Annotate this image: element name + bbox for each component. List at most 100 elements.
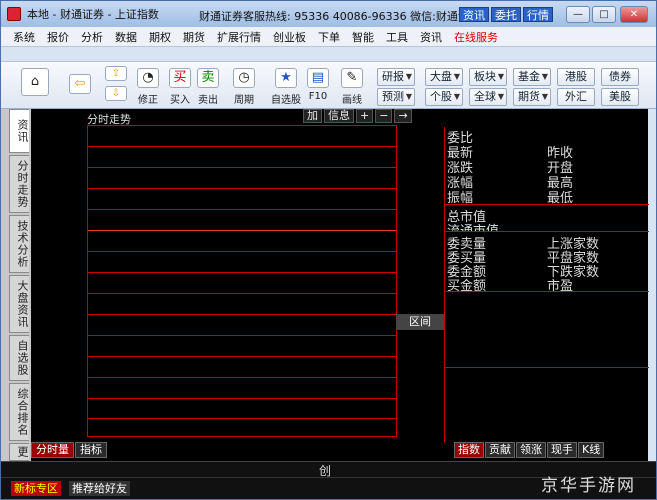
forex-button[interactable]: 外汇 [557,88,595,106]
separator [445,204,649,205]
f10-tool[interactable]: ▤ F10 [307,68,329,102]
range-button[interactable]: 区间 [396,314,444,330]
tab-kline[interactable]: K线 [578,442,605,458]
menu-info[interactable]: 资讯 [420,29,442,45]
zoom-in-icon[interactable]: + [356,109,374,123]
tab-indicator[interactable]: 指标 [75,442,107,458]
weituo-button[interactable]: 委托 [491,7,521,22]
home-icon: ⌂ [21,68,49,96]
dropdown-arrow-icon: ▼ [497,92,504,101]
bond-button[interactable]: 债券 [601,68,639,86]
back-tool[interactable]: ⇦ [69,74,91,94]
grid-line [88,418,396,419]
global-dropdown[interactable]: 全球 ▼ [469,88,507,106]
grid-line [88,209,396,210]
sell-tool[interactable]: 卖卖出 [197,68,219,106]
maximize-button[interactable]: □ [592,6,616,23]
minimize-button[interactable]: — [566,6,590,23]
up-tool[interactable]: ⇧ [105,66,127,81]
menu-ext-quote[interactable]: 扩展行情 [217,29,261,45]
menu-options[interactable]: 期权 [149,29,171,45]
draw-tool[interactable]: ✎ 画线 [341,68,363,106]
separator [445,367,649,368]
menu-analysis[interactable]: 分析 [81,29,103,45]
separator [445,291,649,292]
chart-bottom-tabs: 分时量 指标 [31,442,108,458]
menu-tools[interactable]: 工具 [386,29,408,45]
side-tab-market-info[interactable]: 大盘资讯 [9,275,29,333]
up-arrow-icon: ⇧ [105,66,127,81]
us-stock-button[interactable]: 美股 [601,88,639,106]
grid-line [88,314,396,315]
menu-quote[interactable]: 报价 [47,29,69,45]
down-tool[interactable]: ⇩ [105,86,127,101]
side-tab-more[interactable]: 更 [9,443,29,461]
correct-tool[interactable]: ◔ 修正 [137,68,159,106]
home-tool[interactable]: ⌂ [21,68,49,96]
menu-bar: 系统 报价 分析 数据 期权 期货 扩展行情 创业板 下单 智能 工具 资讯 在… [1,27,656,47]
app-icon [7,7,21,21]
menu-data[interactable]: 数据 [115,29,137,45]
dropdown-arrow-icon: ▼ [405,72,412,81]
recommend-button[interactable]: 推荐给好友 [69,481,130,496]
window-title: 本地 - 财通证券 - 上证指数 [27,8,159,21]
zoom-out-icon[interactable]: − [375,109,393,123]
sector-dropdown[interactable]: 板块 ▼ [469,68,507,86]
buy-tool[interactable]: 买买入 [169,68,191,106]
report-dropdown[interactable]: 研报 ▼ [377,68,415,86]
down-arrow-icon: ⇩ [105,86,127,101]
hangqing-button[interactable]: 行情 [523,7,553,22]
side-tab-intraday[interactable]: 分时走势 [9,155,29,213]
side-tab-info[interactable]: 资讯 [9,109,29,153]
tab-contribution[interactable]: 贡献 [485,442,515,458]
cycle-tool[interactable]: ◷ 周期 [233,68,255,106]
menu-online-service[interactable]: 在线服务 [454,29,498,45]
market-dropdown[interactable]: 大盘 ▼ [425,68,463,86]
add-button[interactable]: 加 [303,109,322,123]
grid-line [88,293,396,294]
menu-system[interactable]: 系统 [13,29,35,45]
side-tab-watchlist[interactable]: 自选股 [9,335,29,381]
tab-leaders[interactable]: 领涨 [516,442,546,458]
info-button[interactable]: 信息 [324,109,354,123]
clock-icon: ◷ [233,68,255,88]
buy-label: 买入 [170,95,190,106]
f10-label: F10 [308,91,328,102]
dropdown-arrow-icon: ▼ [541,92,548,101]
tab-ticks[interactable]: 现手 [547,442,577,458]
menu-smart[interactable]: 智能 [352,29,374,45]
stock-dropdown[interactable]: 个股 ▼ [425,88,463,106]
side-tab-technical[interactable]: 技术分析 [9,215,29,273]
grid-line [88,272,396,273]
side-tab-ranking[interactable]: 综合排名 [9,383,29,441]
star-icon: ★ [275,68,297,88]
fund-dropdown[interactable]: 基金 ▼ [513,68,551,86]
futures-dropdown[interactable]: 期货 ▼ [513,88,551,106]
grid-line-center [88,230,396,231]
quote-panel: 委比 最新 涨跌 涨幅 振幅 昨收 开盘 最高 最低 总市值 流通市值 委卖量 … [444,127,649,443]
forecast-dropdown[interactable]: 预测 ▼ [377,88,415,106]
menu-gem[interactable]: 创业板 [273,29,306,45]
correct-label: 修正 [138,95,158,106]
tab-index[interactable]: 指数 [454,442,484,458]
menu-order[interactable]: 下单 [318,29,340,45]
intraday-chart[interactable] [87,125,397,437]
global-label: 全球 [474,90,496,103]
hk-stock-button[interactable]: 港股 [557,68,595,86]
grid-line [88,356,396,357]
watchlist-tool[interactable]: ★ 自选股 [271,68,301,106]
menu-futures[interactable]: 期货 [183,29,205,45]
quote-tabs: 指数 贡献 领涨 现手 K线 [454,442,605,458]
dropdown-arrow-icon: ▼ [541,72,548,81]
sell-label: 卖出 [198,95,218,106]
new-zone-button[interactable]: 新标专区 [11,481,61,496]
grid-line [88,167,396,168]
close-button[interactable]: ✕ [620,6,648,23]
dropdown-arrow-icon: ▼ [497,72,504,81]
back-arrow-icon: ⇦ [69,74,91,94]
grid-line [88,146,396,147]
tab-volume[interactable]: 分时量 [31,442,74,458]
expand-icon[interactable]: → [394,109,412,123]
separator [445,231,649,232]
zixun-button[interactable]: 资讯 [459,7,489,22]
